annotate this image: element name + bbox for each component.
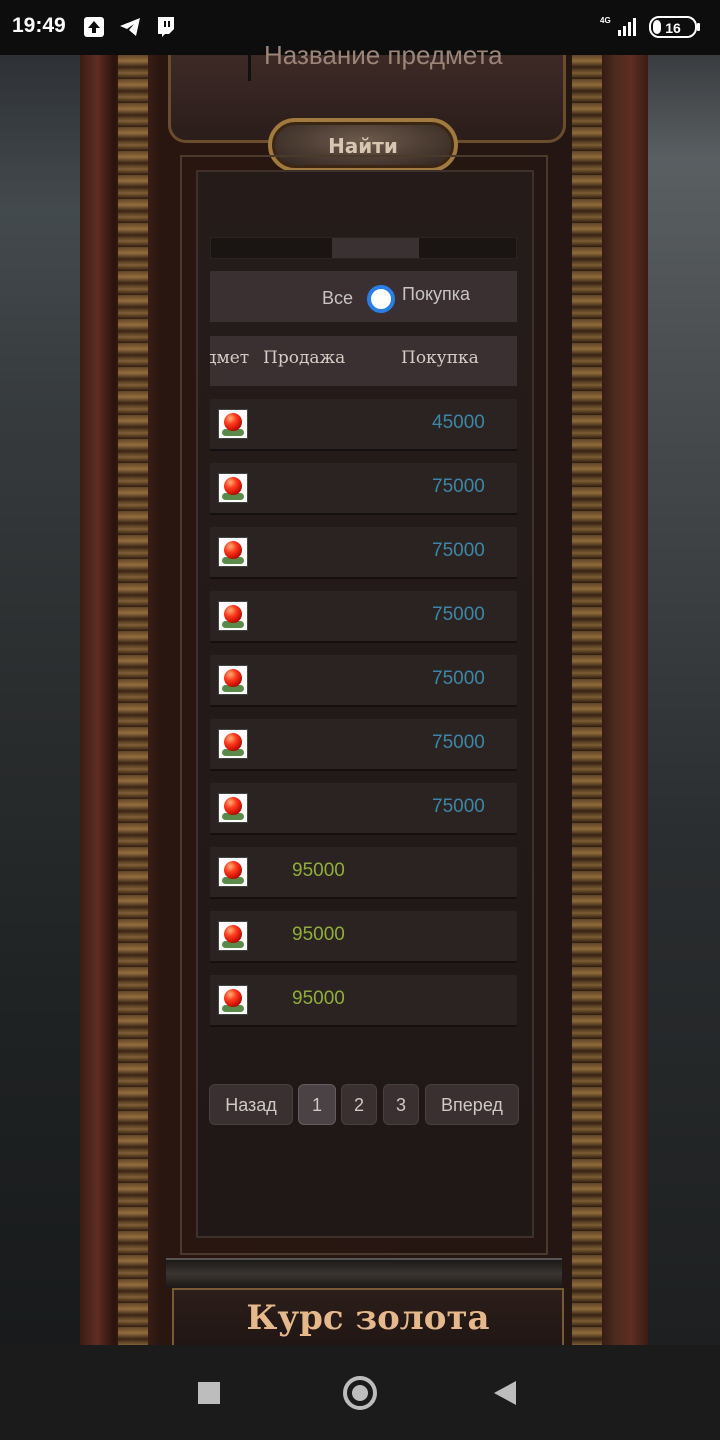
item-icon[interactable] bbox=[218, 473, 248, 503]
item-icon[interactable] bbox=[218, 985, 248, 1015]
item-icon[interactable] bbox=[218, 921, 248, 951]
buy-price: 45000 bbox=[432, 412, 485, 433]
sell-price: 95000 bbox=[292, 860, 345, 881]
table-row[interactable]: 95000 bbox=[210, 975, 517, 1025]
table-row[interactable]: 75000 bbox=[210, 655, 517, 705]
frame-bottom-bar bbox=[166, 1258, 562, 1288]
battery-level: 16 bbox=[665, 20, 681, 36]
signal-battery-icon: 4G 16 bbox=[600, 16, 700, 38]
table-row[interactable]: 95000 bbox=[210, 847, 517, 897]
filter-radio[interactable] bbox=[367, 285, 395, 313]
table-row[interactable]: 75000 bbox=[210, 591, 517, 641]
item-icon[interactable] bbox=[218, 793, 248, 823]
frame-rail-right bbox=[572, 55, 602, 1345]
page-button-3[interactable]: 3 bbox=[383, 1084, 419, 1125]
prev-page-button[interactable]: Назад bbox=[209, 1084, 293, 1125]
upload-icon bbox=[84, 17, 104, 37]
table-row[interactable]: 95000 bbox=[210, 911, 517, 961]
horizontal-scrollbar[interactable] bbox=[210, 237, 517, 259]
background-right bbox=[648, 55, 720, 1345]
telegram-icon bbox=[120, 18, 140, 36]
status-right: 4G 16 bbox=[598, 14, 708, 40]
twitch-icon bbox=[158, 17, 174, 37]
scrollbar-thumb[interactable] bbox=[332, 238, 419, 258]
filter-buy-label[interactable]: Покупка bbox=[402, 284, 470, 305]
find-button[interactable]: Найти bbox=[268, 118, 458, 172]
frame-rail-left bbox=[118, 55, 148, 1345]
item-name-input[interactable]: Название предмета bbox=[264, 40, 503, 71]
item-icon[interactable] bbox=[218, 857, 248, 887]
item-icon[interactable] bbox=[218, 409, 248, 439]
item-icon[interactable] bbox=[218, 665, 248, 695]
text-caret bbox=[248, 55, 251, 81]
table-row[interactable]: 75000 bbox=[210, 719, 517, 769]
navigation-bar bbox=[0, 1345, 720, 1440]
item-icon[interactable] bbox=[218, 537, 248, 567]
sell-price: 95000 bbox=[292, 988, 345, 1009]
header-sell: Продажа bbox=[263, 348, 346, 368]
filter-all-label[interactable]: Все bbox=[322, 288, 353, 309]
status-time: 19:49 bbox=[12, 14, 66, 37]
header-item: дмет bbox=[210, 348, 250, 368]
buy-price: 75000 bbox=[432, 668, 485, 689]
page-button-1[interactable]: 1 bbox=[298, 1084, 336, 1125]
buy-price: 75000 bbox=[432, 604, 485, 625]
recents-icon[interactable] bbox=[198, 1382, 220, 1404]
table-row[interactable]: 75000 bbox=[210, 463, 517, 513]
gold-rate-plaque: Курс золота bbox=[172, 1288, 564, 1352]
next-page-button[interactable]: Вперед bbox=[425, 1084, 519, 1125]
filter-bar: Все Покупка bbox=[210, 271, 517, 322]
table-row[interactable]: 75000 bbox=[210, 783, 517, 833]
buy-price: 75000 bbox=[432, 476, 485, 497]
sell-price: 95000 bbox=[292, 924, 345, 945]
table-row[interactable]: 45000 bbox=[210, 399, 517, 449]
header-buy: Покупка bbox=[401, 348, 479, 368]
gold-rate-title: Курс золота bbox=[246, 1298, 490, 1338]
buy-price: 75000 bbox=[432, 540, 485, 561]
table-header: дмет Продажа Покупка bbox=[210, 336, 517, 386]
item-icon[interactable] bbox=[218, 729, 248, 759]
page-button-2[interactable]: 2 bbox=[341, 1084, 377, 1125]
back-icon[interactable] bbox=[494, 1381, 516, 1405]
network-type: 4G bbox=[600, 16, 611, 25]
buy-price: 75000 bbox=[432, 796, 485, 817]
home-icon[interactable] bbox=[343, 1376, 377, 1410]
table-row[interactable]: 75000 bbox=[210, 527, 517, 577]
item-icon[interactable] bbox=[218, 601, 248, 631]
buy-price: 75000 bbox=[432, 732, 485, 753]
